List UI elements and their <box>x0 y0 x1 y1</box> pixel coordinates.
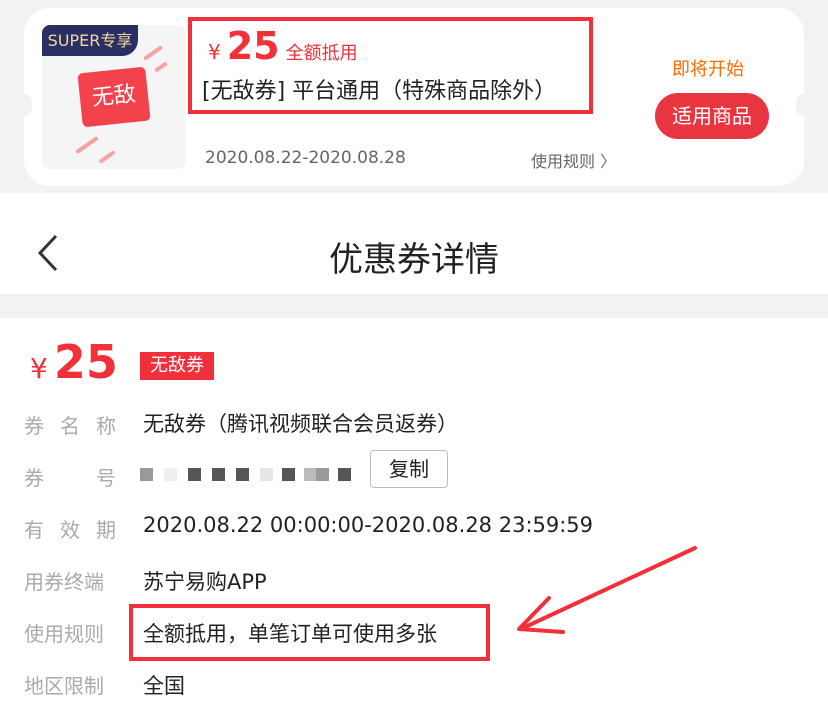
coupon-name-value: 无敌券（腾讯视频联合会员返券） <box>143 412 458 436</box>
decor-stripe <box>154 61 168 73</box>
coupon-date-range: 2020.08.22-2020.08.28 <box>205 148 406 168</box>
coupon-name-label: 券名称 <box>24 414 116 438</box>
masked-digit <box>164 468 177 481</box>
detail-amount: ¥25 <box>30 335 118 389</box>
coupon-thumbnail: 无敌 SUPER专享 <box>42 25 186 169</box>
masked-digit <box>188 468 201 481</box>
region-label: 地区限制 <box>24 674 104 698</box>
annotation-arrow-icon <box>517 546 697 634</box>
usage-rule-label: 使用规则 <box>24 622 104 646</box>
applicable-products-button[interactable]: 适用商品 <box>655 93 769 139</box>
masked-digit <box>338 468 351 481</box>
masked-digit <box>282 468 295 481</box>
coupon-type-badge: 无敌券 <box>140 352 214 380</box>
highlight-box-usage-rule <box>129 604 490 661</box>
terminal-value: 苏宁易购APP <box>143 570 267 594</box>
validity-label: 有效期 <box>24 518 116 542</box>
copy-button[interactable]: 复制 <box>370 450 448 488</box>
usage-rules-link[interactable]: 使用规则 〉 <box>531 148 616 172</box>
wudi-logo: 无敌 <box>77 66 151 128</box>
highlight-box-coupon-info <box>188 17 593 114</box>
masked-digit <box>236 468 249 481</box>
masked-digit <box>140 468 153 481</box>
page-title: 优惠券详情 <box>329 240 499 280</box>
region-value: 全国 <box>143 674 185 698</box>
card-notch-left <box>16 94 32 116</box>
masked-digit <box>212 468 225 481</box>
validity-value: 2020.08.22 00:00:00-2020.08.28 23:59:59 <box>143 513 594 537</box>
super-exclusive-badge: SUPER专享 <box>42 25 138 56</box>
masked-digit <box>316 468 329 481</box>
amount-value: 25 <box>53 335 118 389</box>
card-notch-right <box>796 94 812 116</box>
currency-symbol: ¥ <box>30 352 48 385</box>
terminal-label: 用券终端 <box>24 570 104 594</box>
decor-stripe <box>98 150 116 164</box>
coupon-status: 即将开始 <box>672 59 744 80</box>
section-divider <box>0 294 828 318</box>
coupon-number-label: 券号 <box>24 466 116 490</box>
decor-stripe <box>75 135 99 155</box>
masked-digit <box>260 468 273 481</box>
decor-stripe <box>142 45 164 61</box>
